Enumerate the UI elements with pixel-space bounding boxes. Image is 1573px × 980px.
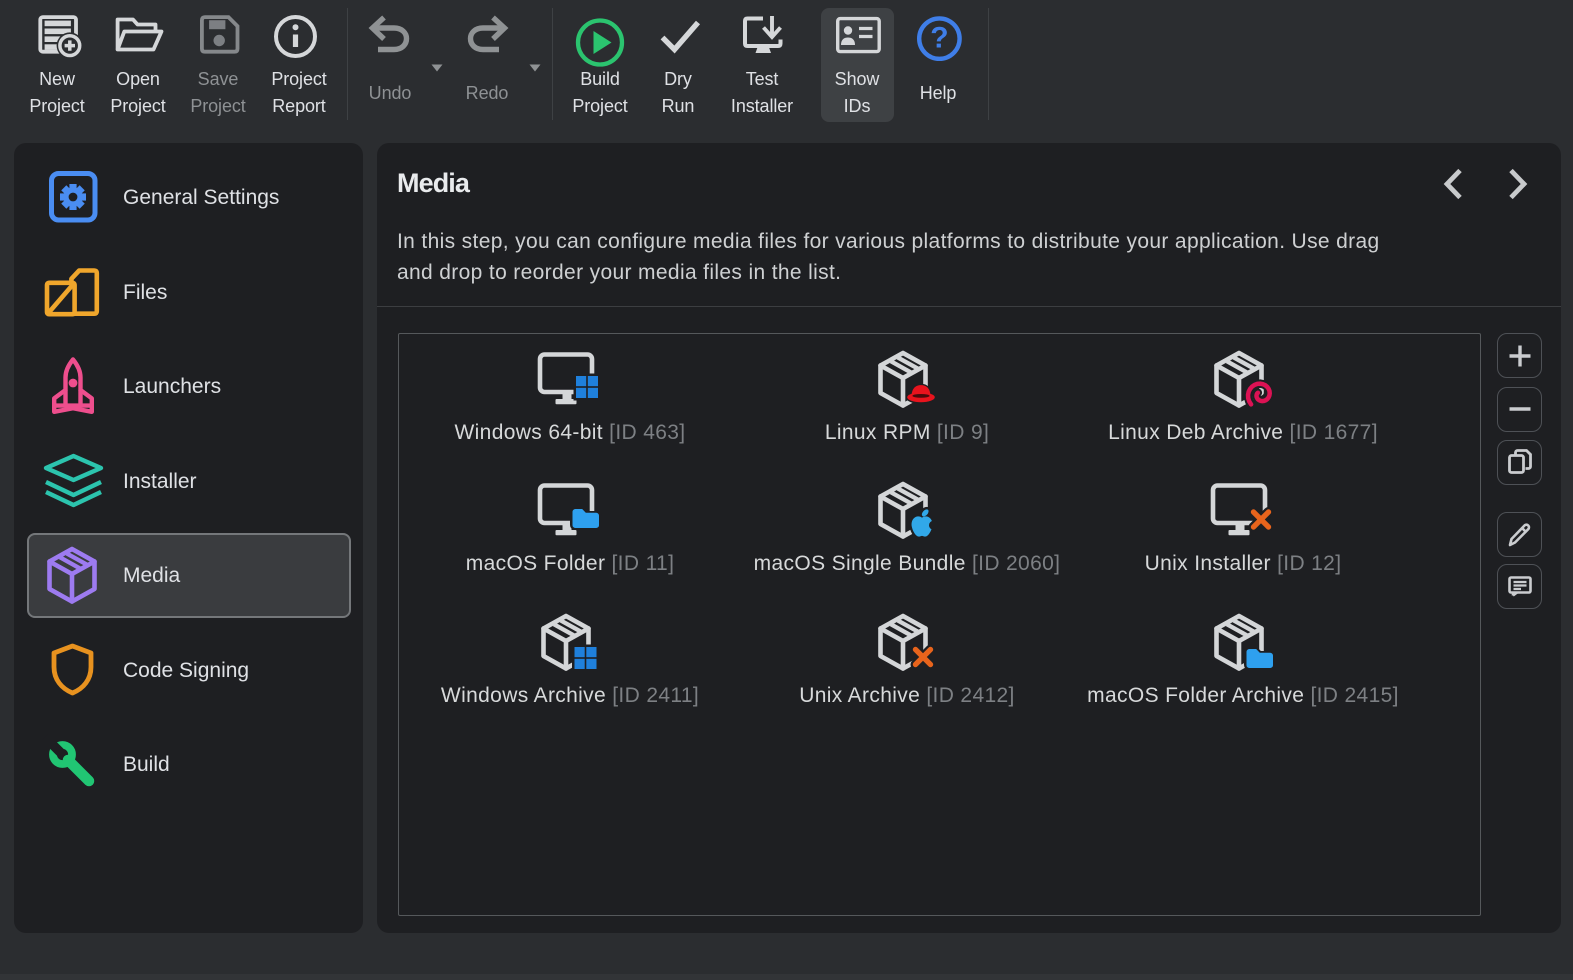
svg-text:?: ?: [930, 22, 948, 55]
